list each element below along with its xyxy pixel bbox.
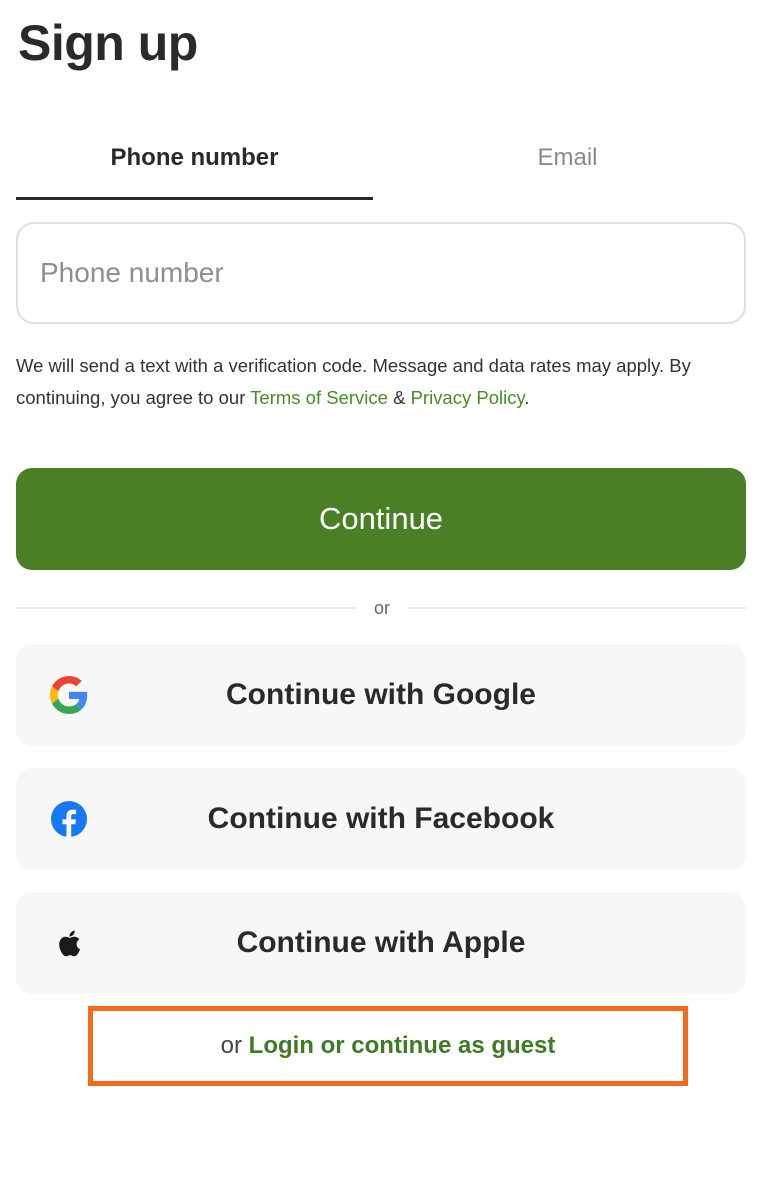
or-divider: or <box>16 598 746 618</box>
active-tab-indicator <box>16 197 373 200</box>
divider-line-left <box>16 607 356 609</box>
phone-number-input[interactable] <box>16 222 746 324</box>
guest-login-row: or Login or continue as guest <box>93 1011 683 1081</box>
page-title: Sign up <box>18 15 198 71</box>
login-or-guest-link[interactable]: Login or continue as guest <box>249 1032 556 1059</box>
continue-with-facebook-button[interactable]: Continue with Facebook <box>16 768 746 870</box>
apple-button-label: Continue with Apple <box>236 926 526 959</box>
continue-with-google-button[interactable]: Continue with Google <box>16 644 746 746</box>
disclaimer-end: . <box>524 387 530 408</box>
facebook-button-label: Continue with Facebook <box>207 802 555 835</box>
verification-disclaimer: We will send a text with a verification … <box>16 350 746 414</box>
signup-method-tabs: Phone number Email <box>16 130 746 202</box>
guest-login-highlight: or Login or continue as guest <box>88 1006 688 1086</box>
disclaimer-separator: & <box>387 387 411 408</box>
continue-with-apple-button[interactable]: Continue with Apple <box>16 892 746 994</box>
tab-email[interactable]: Email <box>389 130 746 190</box>
guest-prefix: or <box>220 1032 249 1059</box>
google-button-label: Continue with Google <box>226 678 536 711</box>
continue-button[interactable]: Continue <box>16 468 746 570</box>
divider-label: or <box>373 598 390 618</box>
tab-phone-number[interactable]: Phone number <box>16 130 373 190</box>
privacy-policy-link[interactable]: Privacy Policy <box>411 387 525 408</box>
terms-of-service-link[interactable]: Terms of Service <box>250 387 388 408</box>
divider-line-right <box>408 607 746 609</box>
